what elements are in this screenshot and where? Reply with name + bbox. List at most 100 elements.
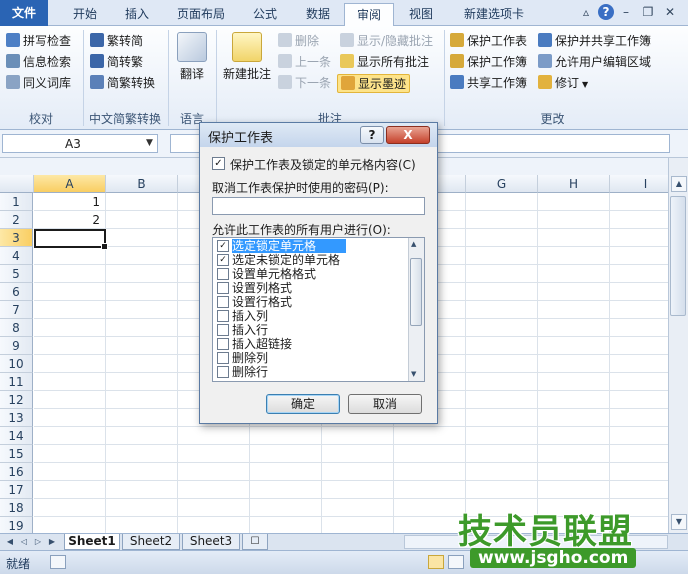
last-sheet-icon[interactable]: ▶ [46,535,58,549]
help-icon[interactable]: ? [598,4,614,20]
permissions-list[interactable]: ✓ 选定锁定单元格 ✓ 选定未锁定的单元格 设置单元格格式 设置列格式 设置行格式 插入列 插入… [212,237,425,382]
column-header-a[interactable]: A [34,175,106,193]
cell-a2[interactable]: 2 [34,211,104,229]
delete-comment-button[interactable]: 删除 [278,32,319,51]
tab-review[interactable]: 审阅 [344,3,394,26]
scroll-up-icon[interactable]: ▲ [671,176,687,192]
row-header-4[interactable]: 4 [0,247,33,265]
row-header-7[interactable]: 7 [0,301,33,319]
permission-checkbox[interactable] [217,324,229,336]
macro-record-icon[interactable] [50,555,66,569]
protect-sheet-checkbox[interactable]: ✓ [212,157,225,170]
track-changes-button[interactable]: 修订 ▼ [538,74,588,93]
thesaurus-button[interactable]: 同义词库 [6,74,71,93]
tab-view[interactable]: 视图 [398,3,444,26]
row-header-6[interactable]: 6 [0,283,33,301]
permission-item[interactable]: 设置单元格格式 [215,267,405,281]
new-comment-button[interactable]: 新建批注 [220,32,274,82]
row-header-13[interactable]: 13 [0,409,33,427]
column-header-g[interactable]: G [466,175,538,193]
row-header-5[interactable]: 5 [0,265,33,283]
permission-checkbox[interactable] [217,338,229,350]
show-ink-button[interactable]: 显示墨迹 [337,74,411,93]
row-header-19[interactable]: 19 [0,517,33,533]
minimize-icon[interactable]: – [618,4,634,20]
restore-icon[interactable]: ❐ [640,4,656,20]
permission-item[interactable]: 删除列 [215,351,405,365]
permission-checkbox[interactable] [217,282,229,294]
scroll-up-icon[interactable]: ▲ [411,240,416,248]
permission-item[interactable]: 设置行格式 [215,295,405,309]
row-header-15[interactable]: 15 [0,445,33,463]
tab-data[interactable]: 数据 [296,3,340,26]
row-header-11[interactable]: 11 [0,373,33,391]
select-all-corner[interactable] [0,175,34,193]
dialog-help-button[interactable]: ? [360,126,384,144]
column-header-h[interactable]: H [538,175,610,193]
permission-item[interactable]: 删除行 [215,365,405,379]
permission-item[interactable]: ✓ 选定未锁定的单元格 [215,253,405,267]
translate-button[interactable]: 翻译 [172,32,212,82]
tab-formulas[interactable]: 公式 [240,3,290,26]
permission-checkbox[interactable]: ✓ [217,240,229,252]
trad-to-simp-button[interactable]: 繁转简 [90,32,143,51]
simp-to-trad-button[interactable]: 简转繁 [90,53,143,72]
sheet-tab-sheet2[interactable]: Sheet2 [122,534,180,550]
previous-sheet-icon[interactable]: ◁ [18,535,30,549]
permission-item[interactable]: 设置列格式 [215,281,405,295]
column-header-b[interactable]: B [106,175,178,193]
permission-checkbox[interactable] [217,352,229,364]
protect-and-share-button[interactable]: 保护并共享工作簿 [538,32,651,51]
permission-checkbox[interactable] [217,310,229,322]
row-header-10[interactable]: 10 [0,355,33,373]
sheet-tab-sheet1[interactable]: Sheet1 [64,534,120,550]
dialog-close-button[interactable]: X [386,126,430,144]
row-header-8[interactable]: 8 [0,319,33,337]
row-header-14[interactable]: 14 [0,427,33,445]
permission-item[interactable]: 插入列 [215,309,405,323]
name-box[interactable]: A3 [2,134,158,153]
password-input[interactable] [212,197,425,215]
normal-view-icon[interactable] [428,555,444,569]
insert-sheet-icon[interactable]: ☐ [242,534,268,550]
chinese-conversion-button[interactable]: 简繁转换 [90,74,155,93]
column-header-i[interactable]: I [610,175,668,193]
row-header-9[interactable]: 9 [0,337,33,355]
toggle-comment-button[interactable]: 显示/隐藏批注 [340,32,433,51]
spell-check-button[interactable]: 拼写检查 [6,32,71,51]
next-comment-button[interactable]: 下一条 [278,74,331,93]
row-header-1[interactable]: 1 [0,193,33,211]
ok-button[interactable]: 确定 [266,394,340,414]
dialog-title-bar[interactable]: 保护工作表 ? X [200,123,437,147]
close-icon[interactable]: ✕ [662,4,678,20]
scroll-down-icon[interactable]: ▼ [411,370,416,378]
tab-insert[interactable]: 插入 [114,3,160,26]
permission-checkbox[interactable]: ✓ [217,254,229,266]
row-header-18[interactable]: 18 [0,499,33,517]
tab-home[interactable]: 开始 [60,3,110,26]
previous-comment-button[interactable]: 上一条 [278,53,331,72]
research-button[interactable]: 信息检索 [6,53,71,72]
first-sheet-icon[interactable]: ◀ [4,535,16,549]
cell-a1[interactable]: 1 [34,193,104,211]
row-header-3[interactable]: 3 [0,229,33,247]
chevron-down-icon[interactable]: ▼ [146,138,153,148]
permission-item[interactable]: ✓ 选定锁定单元格 [215,239,405,253]
chevron-up-icon[interactable]: ▵ [578,4,594,20]
protect-workbook-button[interactable]: 保护工作簿 [450,53,527,72]
list-scroll-thumb[interactable] [410,258,422,326]
tab-file[interactable]: 文件 [0,0,48,26]
cancel-button[interactable]: 取消 [348,394,422,414]
active-cell[interactable] [34,229,108,250]
allow-edit-ranges-button[interactable]: 允许用户编辑区域 [538,53,651,72]
sheet-tab-sheet3[interactable]: Sheet3 [182,534,240,550]
row-header-17[interactable]: 17 [0,481,33,499]
permission-item[interactable]: 插入超链接 [215,337,405,351]
permission-item[interactable]: 插入行 [215,323,405,337]
row-header-12[interactable]: 12 [0,391,33,409]
permission-checkbox[interactable] [217,296,229,308]
row-header-2[interactable]: 2 [0,211,33,229]
protect-sheet-button[interactable]: 保护工作表 [450,32,527,51]
permission-checkbox[interactable] [217,366,229,378]
permission-checkbox[interactable] [217,268,229,280]
